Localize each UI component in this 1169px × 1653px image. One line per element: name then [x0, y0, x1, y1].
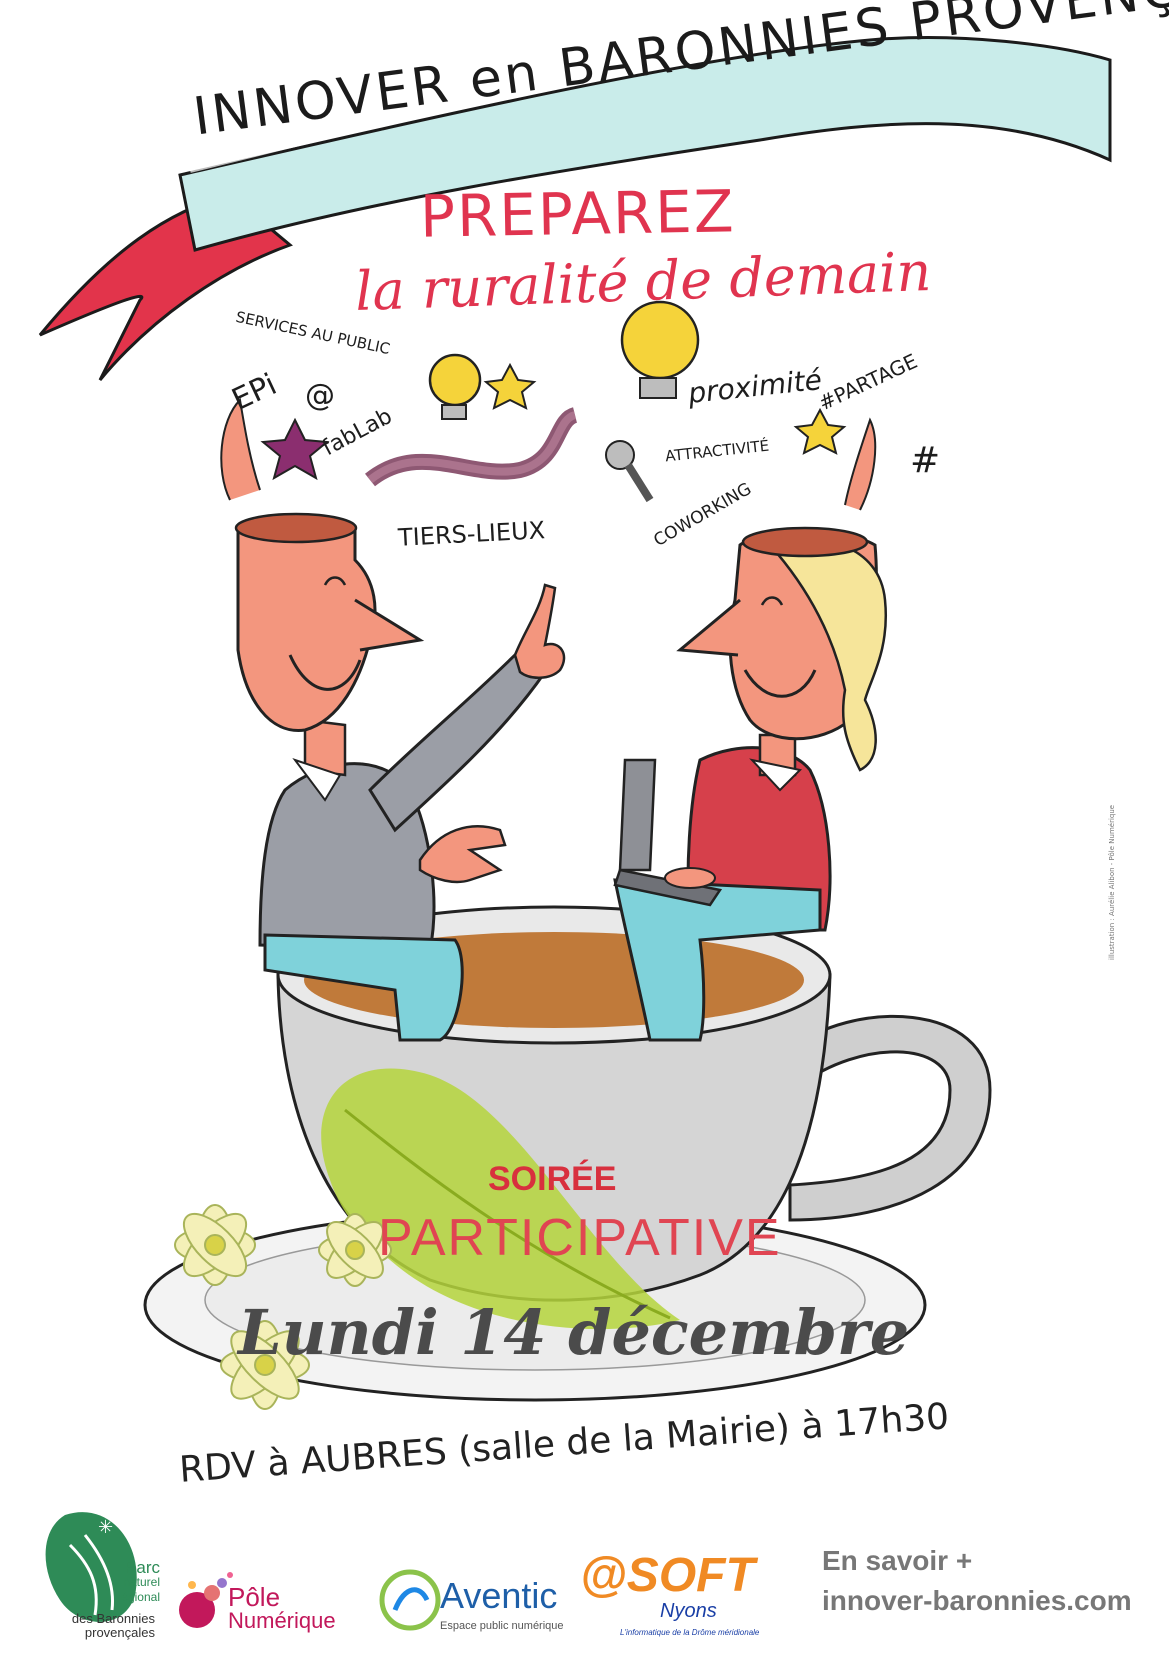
- word-at: @: [305, 378, 335, 413]
- headline-preparez: PREPAREZ: [419, 177, 737, 251]
- parc-logo-subtext: des Baronnies provençales: [71, 1611, 155, 1640]
- event-date: Lundi 14 décembre: [238, 1296, 910, 1369]
- aventic-logo-text: Aventic: [440, 1575, 558, 1616]
- pole-logo-text: Pôle Numérique: [228, 1582, 336, 1633]
- word-hash: #: [910, 440, 941, 481]
- soft-logo-subtext: Nyons: [660, 1600, 717, 1622]
- more-info-label: En savoir +: [822, 1545, 973, 1576]
- aventic-logo-mark: [379, 1569, 441, 1631]
- event-kind: SOIRÉE: [488, 1160, 617, 1198]
- soft-logo-tagline: L'informatique de la Drôme méridionale: [620, 1628, 760, 1637]
- svg-text:✳: ✳: [98, 1517, 113, 1538]
- parc-logo-text: Parc naturel régional: [117, 1558, 160, 1604]
- website-link[interactable]: innover-baronnies.com: [822, 1585, 1132, 1617]
- soft-logo-text: @SOFT: [580, 1549, 755, 1602]
- aventic-logo-subtext: Espace public numérique: [440, 1620, 564, 1632]
- illustration-credit: illustration : Aurélie Alibon - Pôle Num…: [1108, 804, 1116, 960]
- event-kind2: PARTICIPATIVE: [378, 1209, 782, 1267]
- poster-illustration: [38, 25, 1112, 1410]
- laptop: [618, 758, 657, 872]
